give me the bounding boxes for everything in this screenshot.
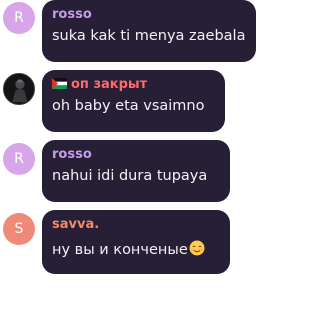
message-bubble[interactable]: rosso suka kak ti menya zaebala: [42, 0, 256, 62]
author-name[interactable]: savva.: [52, 217, 99, 232]
avatar[interactable]: R: [3, 143, 35, 175]
author-name-text: оп закрыт: [71, 77, 148, 92]
message-text: oh baby eta vsaimno: [52, 98, 205, 114]
palestine-flag-icon: [52, 78, 67, 89]
message-bubble[interactable]: rosso nahui idi dura tupaya: [42, 140, 230, 202]
avatar[interactable]: R: [3, 2, 35, 34]
message-text: suka kak ti menya zaebala: [52, 28, 246, 44]
message-bubble[interactable]: оп закрыт oh baby eta vsaimno: [42, 70, 225, 132]
author-name[interactable]: оп закрыт: [52, 77, 147, 92]
avatar-initial: S: [14, 221, 24, 237]
author-name[interactable]: rosso: [52, 147, 92, 162]
message-text-content: ну вы и конченые: [52, 242, 188, 258]
chat-thread: R rosso suka kak ti menya zaebala оп зак…: [0, 0, 266, 320]
avatar-initial: R: [14, 151, 24, 167]
smiling-blushing-face-emoji: [189, 240, 205, 256]
message-bubble[interactable]: savva. ну вы и конченые: [42, 210, 230, 274]
message-text: ну вы и конченые: [52, 240, 205, 258]
profile-photo-icon: [4, 74, 34, 104]
author-name[interactable]: rosso: [52, 7, 92, 22]
avatar[interactable]: [3, 73, 35, 105]
avatar-initial: R: [14, 10, 24, 26]
message-text: nahui idi dura tupaya: [52, 168, 208, 184]
avatar[interactable]: S: [3, 213, 35, 245]
